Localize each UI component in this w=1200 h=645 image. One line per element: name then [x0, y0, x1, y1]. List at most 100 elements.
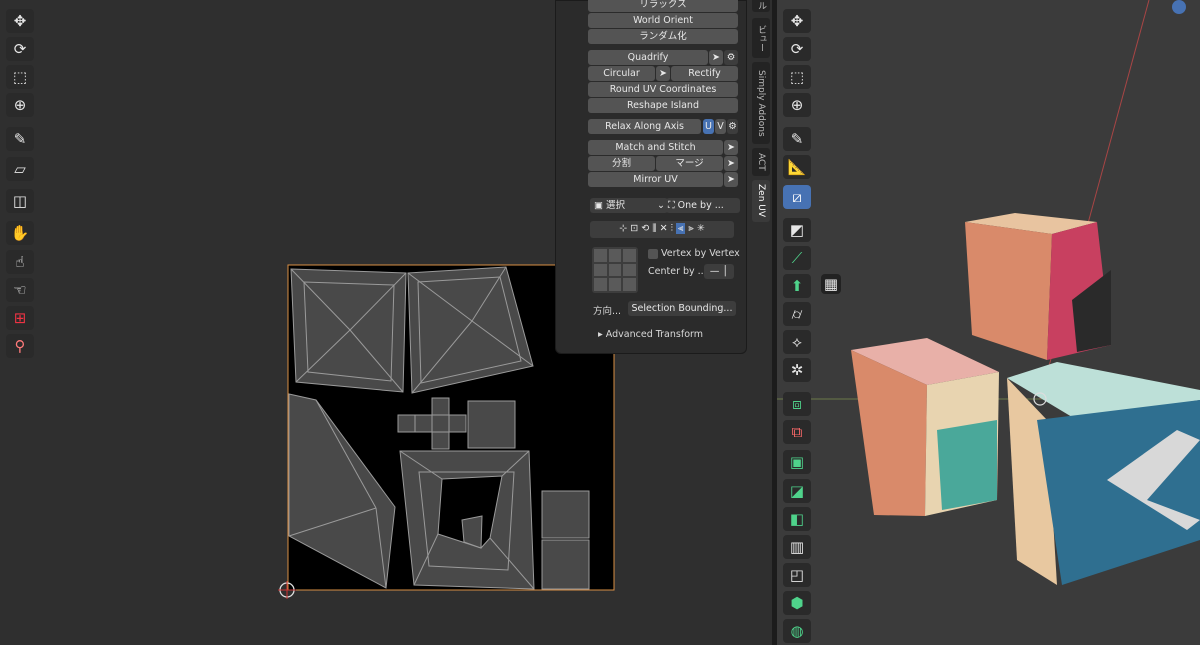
tab-view[interactable]: ビュー: [752, 18, 770, 58]
relax-settings-icon[interactable]: ⚙: [727, 119, 738, 134]
merge-button[interactable]: マージ: [656, 156, 723, 171]
selection-bounding-dropdown[interactable]: Selection Bounding...: [628, 301, 736, 316]
select-mode-dropdown[interactable]: ▣ 選択 ⌄: [590, 198, 668, 213]
align-icon-8[interactable]: ⫸: [688, 223, 693, 234]
inset-tool-icon[interactable]: ▣: [783, 450, 811, 474]
scale-tool-icon[interactable]: ⬚: [783, 65, 811, 89]
align-icon-9[interactable]: ✳: [697, 223, 705, 234]
loop-cut-tool-icon[interactable]: ◧: [783, 507, 811, 531]
rotate-tool-icon[interactable]: ⟳: [6, 37, 34, 61]
smooth-tool-icon[interactable]: ⬢: [783, 591, 811, 615]
align-grid-cell[interactable]: [594, 263, 607, 277]
axis-v-toggle[interactable]: V: [715, 119, 726, 134]
cube-tool-icon[interactable]: ◫: [6, 189, 34, 213]
3d-viewport[interactable]: ✥ ⟳ ⬚ ⊕ ✎ 📐 ⧄ ◩ ⟋ ⬆ ⌭ ⟡ ✲ ⧈ ⧉ ▣ ◪ ◧ ▥ ◰ …: [777, 0, 1200, 645]
align-icon-2[interactable]: ⊡: [630, 223, 638, 234]
align-icon-6[interactable]: ⫶: [671, 223, 673, 234]
cylinder-tool-icon[interactable]: ⌭: [783, 302, 811, 326]
spin-mesh-tool-icon[interactable]: ◰: [783, 563, 811, 587]
uv-editor-area[interactable]: ✥ ⟳ ⬚ ⊕ ✎ ▱ ◫ ✋ ☝ ☜ ⊞ ⚲ リラックス World Orie…: [0, 0, 772, 645]
match-pick-icon[interactable]: ➤: [724, 140, 738, 155]
move-tool-icon[interactable]: ✥: [783, 9, 811, 33]
advanced-transform-header[interactable]: ▸ Advanced Transform: [598, 329, 703, 340]
reshape-island-button[interactable]: Reshape Island: [588, 98, 738, 113]
world-orient-button[interactable]: World Orient: [588, 13, 738, 28]
mirror-pick-icon[interactable]: ➤: [724, 172, 738, 187]
circular-pick-icon[interactable]: ➤: [656, 66, 670, 81]
vertex-by-vertex-checkbox[interactable]: [648, 249, 658, 259]
annotate-tool-icon[interactable]: ✎: [6, 127, 34, 151]
tab-tool[interactable]: ル: [752, 0, 770, 12]
merge-pick-icon[interactable]: ➤: [724, 156, 738, 171]
disclosure-triangle-icon: ▸: [598, 329, 606, 340]
align-icon-1[interactable]: ⊹: [619, 223, 627, 234]
align-icon-7[interactable]: ⫷: [676, 223, 686, 234]
poly-build-tool-icon[interactable]: ▥: [783, 535, 811, 559]
one-by-dropdown[interactable]: ⛶ One by ...: [666, 198, 740, 213]
rectify-button[interactable]: Rectify: [671, 66, 738, 81]
knife-tool-icon[interactable]: ⟡: [783, 330, 811, 354]
gizmo-dot-icon[interactable]: [1172, 0, 1186, 14]
match-and-stitch-button[interactable]: Match and Stitch: [588, 140, 723, 155]
vertex-by-vertex-label: Vertex by Vertex: [661, 248, 740, 259]
align-grid-cell[interactable]: [594, 249, 607, 262]
scale-tool-icon[interactable]: ⬚: [6, 65, 34, 89]
center-by-toggle[interactable]: — │: [704, 264, 734, 279]
align-grid-cell[interactable]: [608, 263, 622, 277]
transform-tool-icon[interactable]: ⊕: [6, 93, 34, 117]
align-icon-4[interactable]: ⫼: [652, 223, 656, 234]
split-button[interactable]: 分割: [588, 156, 655, 171]
align-grid-cell[interactable]: [623, 263, 636, 277]
checker-overlay-icon[interactable]: ▦: [821, 274, 841, 294]
align-icon-3[interactable]: ⟲: [641, 223, 649, 234]
direction-label: 方向...: [593, 306, 622, 317]
relax-tool-icon[interactable]: ☜: [6, 278, 34, 302]
round-uv-coordinates-button[interactable]: Round UV Coordinates: [588, 82, 738, 97]
tab-zen-uv[interactable]: Zen UV: [752, 180, 770, 222]
cut-cube-tool-icon[interactable]: ⧉: [783, 420, 811, 444]
checker-tool-icon[interactable]: ⊞: [6, 306, 34, 330]
shear-tool-icon[interactable]: ◍: [783, 619, 811, 643]
tab-simply-addons[interactable]: Simply Addons: [752, 62, 770, 144]
rotate-tool-icon[interactable]: ⟳: [783, 37, 811, 61]
grab-tool-icon[interactable]: ✋: [6, 221, 34, 245]
one-by-label: One by ...: [677, 200, 724, 211]
move-tool-icon[interactable]: ✥: [6, 9, 34, 33]
zen-uv-panel: リラックス World Orient ランダム化 Quadrify ➤ ⚙ Ci…: [555, 0, 747, 354]
spin-tool-icon[interactable]: ✲: [783, 358, 811, 382]
sample-tool-icon[interactable]: ⚲: [6, 334, 34, 358]
align-grid-cell[interactable]: [608, 278, 622, 291]
align-grid-cell[interactable]: [623, 278, 636, 291]
tab-act[interactable]: ACT: [752, 148, 770, 176]
one-by-icon: ⛶: [668, 200, 678, 211]
box-tool-icon[interactable]: ▱: [6, 157, 34, 181]
transform-tool-icon[interactable]: ⊕: [783, 93, 811, 117]
add-cube-tool-icon[interactable]: ⧈: [783, 392, 811, 416]
randomize-button[interactable]: ランダム化: [588, 29, 738, 44]
edge-tool-icon[interactable]: ⟋: [783, 246, 811, 270]
relax-along-axis-button[interactable]: Relax Along Axis: [588, 119, 701, 134]
add-plane-tool-icon[interactable]: ◩: [783, 218, 811, 242]
align-grid[interactable]: [592, 247, 638, 293]
axis-u-toggle[interactable]: U: [703, 119, 714, 134]
center-by-label: Center by ...: [648, 266, 707, 277]
viewport-scene[interactable]: [777, 0, 1200, 645]
quadrify-button[interactable]: Quadrify: [588, 50, 708, 65]
align-grid-cell[interactable]: [608, 249, 622, 262]
bevel-tool-icon[interactable]: ◪: [783, 479, 811, 503]
quadrify-pick-icon[interactable]: ➤: [709, 50, 723, 65]
uv-grid-tool-icon[interactable]: ⧄: [783, 185, 811, 209]
advanced-transform-label: Advanced Transform: [605, 329, 703, 340]
align-grid-cell[interactable]: [623, 249, 636, 262]
align-icon-5[interactable]: ✕: [660, 223, 668, 234]
relax-button[interactable]: リラックス: [588, 0, 738, 12]
circular-button[interactable]: Circular: [588, 66, 655, 81]
measure-tool-icon[interactable]: 📐: [783, 155, 811, 179]
select-mode-icon: ▣: [594, 200, 606, 211]
mirror-uv-button[interactable]: Mirror UV: [588, 172, 723, 187]
extrude-tool-icon[interactable]: ⬆: [783, 274, 811, 298]
pinch-tool-icon[interactable]: ☝: [6, 250, 34, 274]
align-grid-cell[interactable]: [594, 278, 607, 291]
quadrify-settings-icon[interactable]: ⚙: [724, 50, 738, 65]
annotate-tool-icon[interactable]: ✎: [783, 127, 811, 151]
